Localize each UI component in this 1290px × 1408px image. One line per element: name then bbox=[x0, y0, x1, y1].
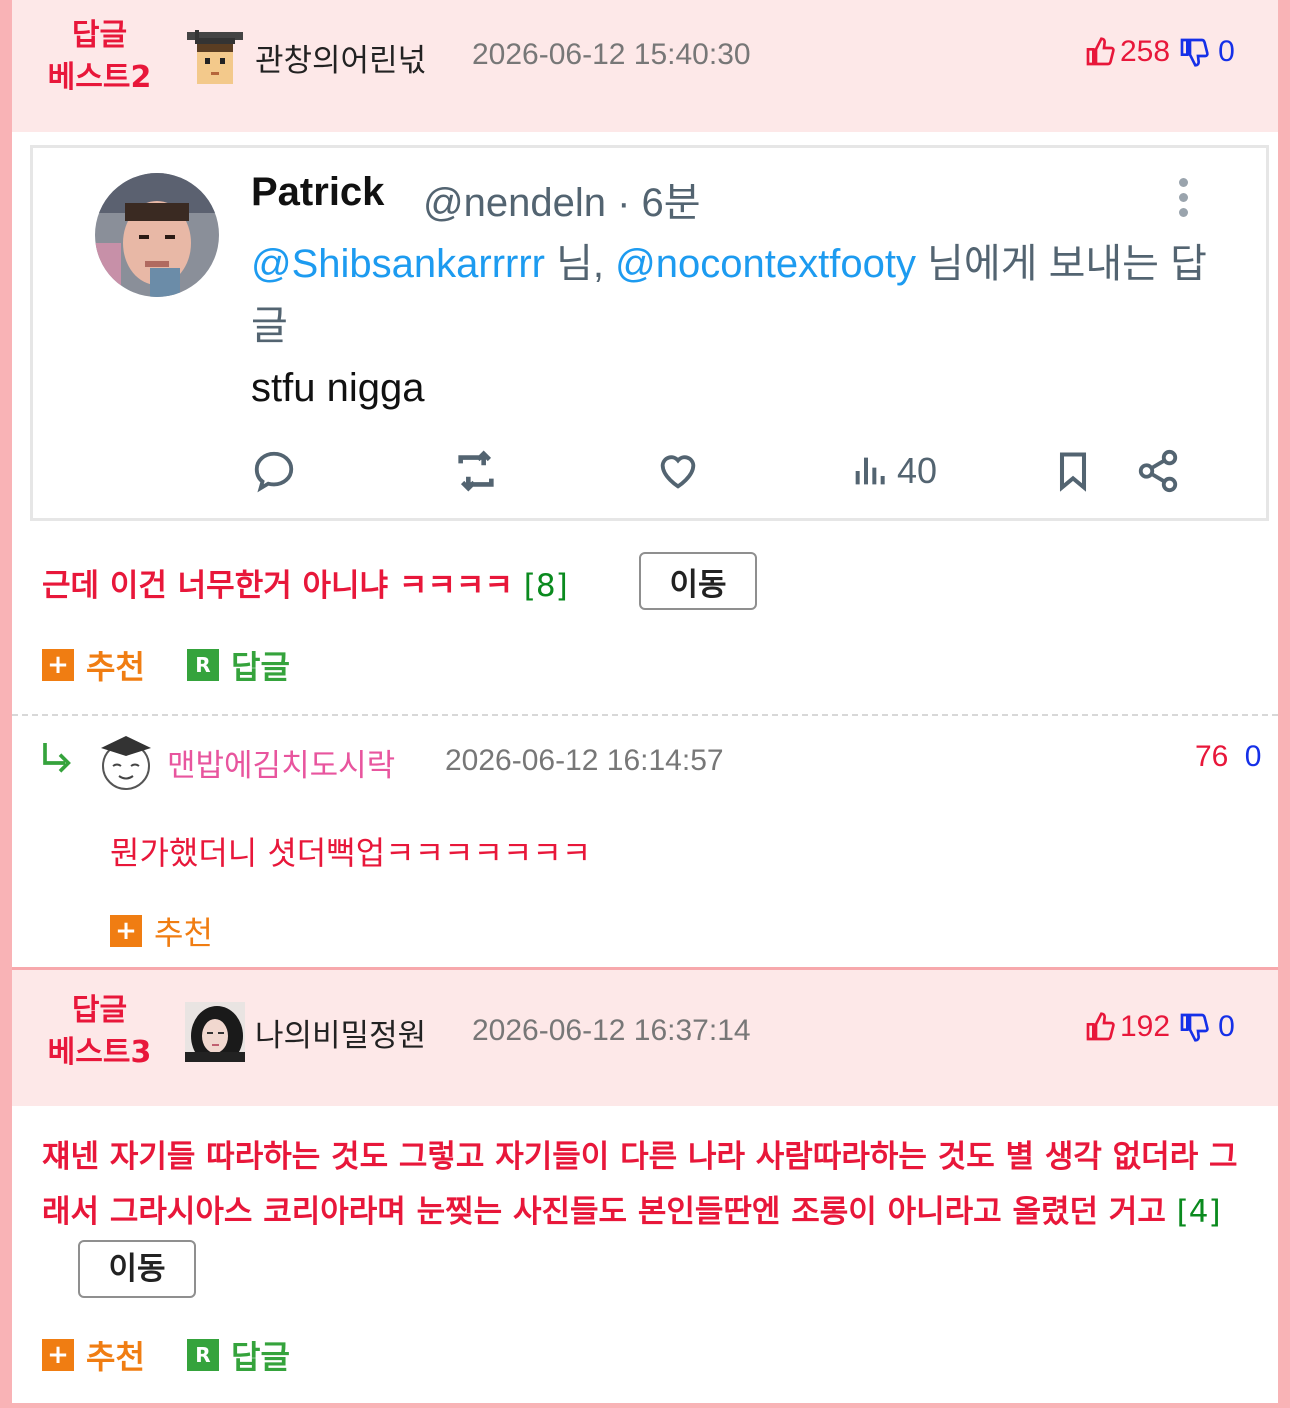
recommend-label: 추천 bbox=[154, 914, 213, 952]
post-date: 2026-06-12 16:37:14 bbox=[472, 1014, 751, 1047]
post-date: 2026-06-12 15:40:30 bbox=[472, 38, 751, 71]
comment-header: 답글 베스트3 나의비밀정원 2026-06-12 16:37:14 192 0 bbox=[12, 970, 1278, 1106]
tweet-views: 40 bbox=[851, 448, 937, 494]
thumbs-down-icon[interactable] bbox=[1178, 36, 1210, 68]
reply-button[interactable]: R 답글 bbox=[187, 1332, 290, 1378]
embedded-tweet-image: Patrick @nendeln · 6분 @Shibsankarrrrr 님,… bbox=[30, 145, 1269, 521]
divider bbox=[12, 714, 1278, 716]
tweet-reply-icon bbox=[251, 448, 297, 494]
reply-count[interactable]: [8] bbox=[524, 568, 568, 604]
comment-header: 답글 베스트2 관창의어린넋 2026-06-12 15:40:30 258 0 bbox=[12, 0, 1278, 132]
downvote-count: 0 bbox=[1218, 1010, 1235, 1043]
move-button[interactable]: 이동 bbox=[78, 1240, 196, 1298]
plus-icon: + bbox=[42, 1339, 74, 1371]
sub-reply-text: 뭔가했더니 셧더뻑업ㅋㅋㅋㅋㅋㅋㅋ bbox=[110, 834, 592, 872]
more-options-icon bbox=[1173, 178, 1193, 218]
sub-reply-nickname[interactable]: 맨밥에김치도시락 bbox=[167, 740, 395, 785]
reply-icon: R bbox=[187, 1339, 219, 1371]
tweet-retweet-icon bbox=[451, 448, 501, 494]
tweet-author-handle: @nendeln · 6분 bbox=[423, 181, 701, 225]
sub-reply-recommend-button[interactable]: + 추천 bbox=[110, 908, 213, 954]
mention-1: @Shibsankarrrrr bbox=[251, 242, 546, 286]
sub-reply-votes: 76 0 bbox=[1195, 740, 1261, 774]
tweet-view-count: 40 bbox=[897, 450, 938, 491]
reply-icon: R bbox=[187, 649, 219, 681]
recommend-label: 추천 bbox=[86, 648, 145, 686]
comment-body: 근데 이건 너무한거 아니냐 ㅋㅋㅋㅋ bbox=[42, 568, 513, 604]
views-icon bbox=[855, 457, 885, 485]
tweet-bookmark-icon bbox=[1051, 448, 1095, 494]
reply-button[interactable]: R 답글 bbox=[187, 642, 290, 688]
reply-arrow-icon bbox=[40, 738, 80, 782]
sub-reply-avatar-icon[interactable] bbox=[95, 730, 157, 792]
best-label-line2: 베스트2 bbox=[47, 60, 152, 95]
tweet-author-name: Patrick bbox=[251, 170, 385, 214]
comment-list: 답글 베스트2 관창의어린넋 2026-06-12 15:40:30 258 0… bbox=[12, 0, 1278, 1403]
mention-2: @nocontextfooty bbox=[615, 242, 916, 286]
user-avatar-icon[interactable] bbox=[185, 28, 245, 88]
tweet-like-icon bbox=[655, 448, 701, 494]
comment-text: 쟤넨 자기들 따라하는 것도 그렇고 자기들이 다른 나라 사람따라하는 것도 … bbox=[42, 1130, 1262, 1298]
plus-icon: + bbox=[110, 915, 142, 947]
sub-reply-downvotes: 0 bbox=[1244, 740, 1262, 773]
tweet-avatar bbox=[95, 173, 219, 297]
comment-text: 근데 이건 너무한거 아니냐 ㅋㅋㅋㅋ [8] bbox=[42, 560, 568, 605]
thumbs-up-icon[interactable] bbox=[1084, 36, 1116, 68]
reply-label: 답글 bbox=[231, 648, 290, 686]
vote-counter: 192 0 bbox=[1084, 1010, 1235, 1044]
upvote-count: 258 bbox=[1120, 35, 1171, 68]
tweet-reply-context: @Shibsankarrrrr 님, @nocontextfooty 님에게 보… bbox=[251, 233, 1211, 357]
mention-separator: 님, bbox=[545, 242, 616, 286]
recommend-button[interactable]: + 추천 bbox=[42, 642, 145, 688]
recommend-label: 추천 bbox=[86, 1338, 145, 1376]
best-label-line1: 답글 bbox=[71, 993, 128, 1028]
best-reply-badge: 답글 베스트3 bbox=[42, 990, 157, 1074]
author-nickname[interactable]: 나의비밀정원 bbox=[255, 1010, 426, 1055]
best-label-line2: 베스트3 bbox=[47, 1035, 152, 1070]
reply-count[interactable]: [4] bbox=[1177, 1194, 1221, 1230]
tweet-text: stfu nigga bbox=[251, 366, 425, 410]
sub-reply-upvotes: 76 bbox=[1195, 740, 1229, 773]
vote-counter: 258 0 bbox=[1084, 35, 1235, 69]
recommend-button[interactable]: + 추천 bbox=[42, 1332, 145, 1378]
thumbs-up-icon[interactable] bbox=[1084, 1011, 1116, 1043]
upvote-count: 192 bbox=[1120, 1010, 1171, 1043]
best-reply-badge: 답글 베스트2 bbox=[42, 15, 157, 99]
user-avatar-icon[interactable] bbox=[185, 1002, 245, 1062]
thumbs-down-icon[interactable] bbox=[1178, 1011, 1210, 1043]
author-nickname[interactable]: 관창의어린넋 bbox=[255, 35, 426, 80]
downvote-count: 0 bbox=[1218, 35, 1235, 68]
move-button[interactable]: 이동 bbox=[639, 552, 757, 610]
tweet-share-icon bbox=[1135, 448, 1181, 494]
plus-icon: + bbox=[42, 649, 74, 681]
sub-reply-date: 2026-06-12 16:14:57 bbox=[445, 744, 724, 777]
reply-label: 답글 bbox=[231, 1338, 290, 1376]
comment-body: 쟤넨 자기들 따라하는 것도 그렇고 자기들이 다른 나라 사람따라하는 것도 … bbox=[42, 1139, 1238, 1230]
best-label-line1: 답글 bbox=[71, 18, 128, 53]
